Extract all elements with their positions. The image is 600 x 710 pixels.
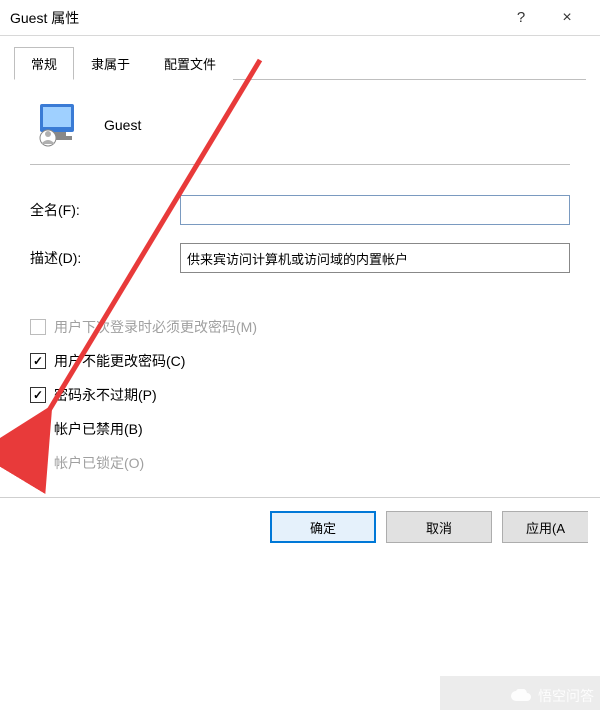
user-icon [34,100,84,150]
watermark: 悟空问答 [510,686,594,706]
checkbox-icon [30,421,46,437]
watermark-text: 悟空问答 [538,686,594,706]
client-area: 常规 隶属于 配置文件 Guest 全名(F): [0,36,600,557]
check-label: 密码永不过期(P) [54,385,157,405]
titlebar: Guest 属性 ? × [0,0,600,36]
description-input[interactable] [180,243,570,273]
check-label: 帐户已禁用(B) [54,419,143,439]
fullname-row: 全名(F): [30,195,570,225]
check-label: 用户不能更改密码(C) [54,351,185,371]
button-row: 确定 取消 应用(A [270,511,588,543]
fullname-input[interactable] [180,195,570,225]
window-title: Guest 属性 [10,8,498,28]
check-label: 帐户已锁定(O) [54,453,144,473]
tab-profile[interactable]: 配置文件 [147,47,233,80]
check-must-change: 用户下次登录时必须更改密码(M) [30,317,570,337]
checkbox-group: 用户下次登录时必须更改密码(M) 用户不能更改密码(C) 密码永不过期(P) 帐… [30,317,570,473]
check-label: 用户下次登录时必须更改密码(M) [54,317,257,337]
close-button[interactable]: × [544,0,590,36]
description-label: 描述(D): [30,248,180,268]
separator [30,164,570,165]
description-row: 描述(D): [30,243,570,273]
check-never-expires[interactable]: 密码永不过期(P) [30,385,570,405]
checkbox-icon [30,319,46,335]
checkbox-icon [30,455,46,471]
checkbox-icon [30,353,46,369]
cancel-button[interactable]: 取消 [386,511,492,543]
ok-button[interactable]: 确定 [270,511,376,543]
help-button[interactable]: ? [498,0,544,36]
checkbox-icon [30,387,46,403]
fullname-label: 全名(F): [30,200,180,220]
apply-button[interactable]: 应用(A [502,511,588,543]
user-header: Guest [30,100,570,150]
cloud-icon [510,689,532,703]
user-name: Guest [104,117,141,133]
tab-strip: 常规 隶属于 配置文件 [14,46,586,80]
tab-panel-general: Guest 全名(F): 描述(D): 用户下次登录时必须更改密码(M) 用户不… [14,80,586,497]
check-cannot-change[interactable]: 用户不能更改密码(C) [30,351,570,371]
check-account-disabled[interactable]: 帐户已禁用(B) [30,419,570,439]
tab-memberof[interactable]: 隶属于 [74,47,147,80]
tab-general[interactable]: 常规 [14,47,74,80]
check-account-locked: 帐户已锁定(O) [30,453,570,473]
